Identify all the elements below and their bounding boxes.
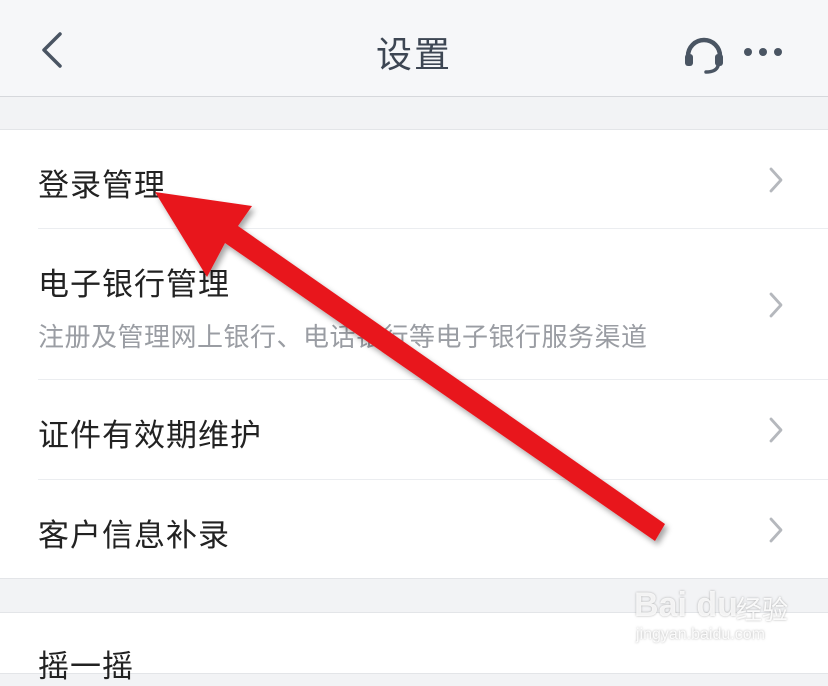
settings-item-ebanking-management[interactable]: 电子银行管理 注册及管理网上银行、电话银行等电子银行服务渠道 [0,229,828,380]
settings-item-label: 客户信息补录 [38,518,230,554]
settings-item-description: 注册及管理网上银行、电话银行等电子银行服务渠道 [38,323,648,353]
app-header: 设置 [0,0,828,97]
chevron-right-icon [769,417,783,443]
watermark-text: 经验 [736,596,789,626]
settings-group: 登录管理 电子银行管理 注册及管理网上银行、电话银行等电子银行服务渠道 证件有效… [0,129,828,579]
headset-icon[interactable] [682,32,726,74]
settings-item-label: 电子银行管理 [38,267,230,303]
watermark-url: jingyan.baidu.com [636,626,765,643]
settings-item-login-management[interactable]: 登录管理 [0,130,828,229]
watermark-brand: Bai du [634,586,738,624]
settings-item-label: 证件有效期维护 [38,418,262,454]
settings-item-label: 摇一摇 [38,649,134,685]
chevron-right-icon [769,292,783,318]
baidu-watermark: Bai du 经验 jingyan.baidu.com [632,578,792,650]
chevron-right-icon [769,517,783,543]
more-dots-icon[interactable] [742,42,784,62]
settings-item-customer-info[interactable]: 客户信息补录 [0,480,828,578]
settings-item-label: 登录管理 [38,168,166,204]
chevron-right-icon [769,167,783,193]
settings-item-id-validity[interactable]: 证件有效期维护 [0,380,828,480]
